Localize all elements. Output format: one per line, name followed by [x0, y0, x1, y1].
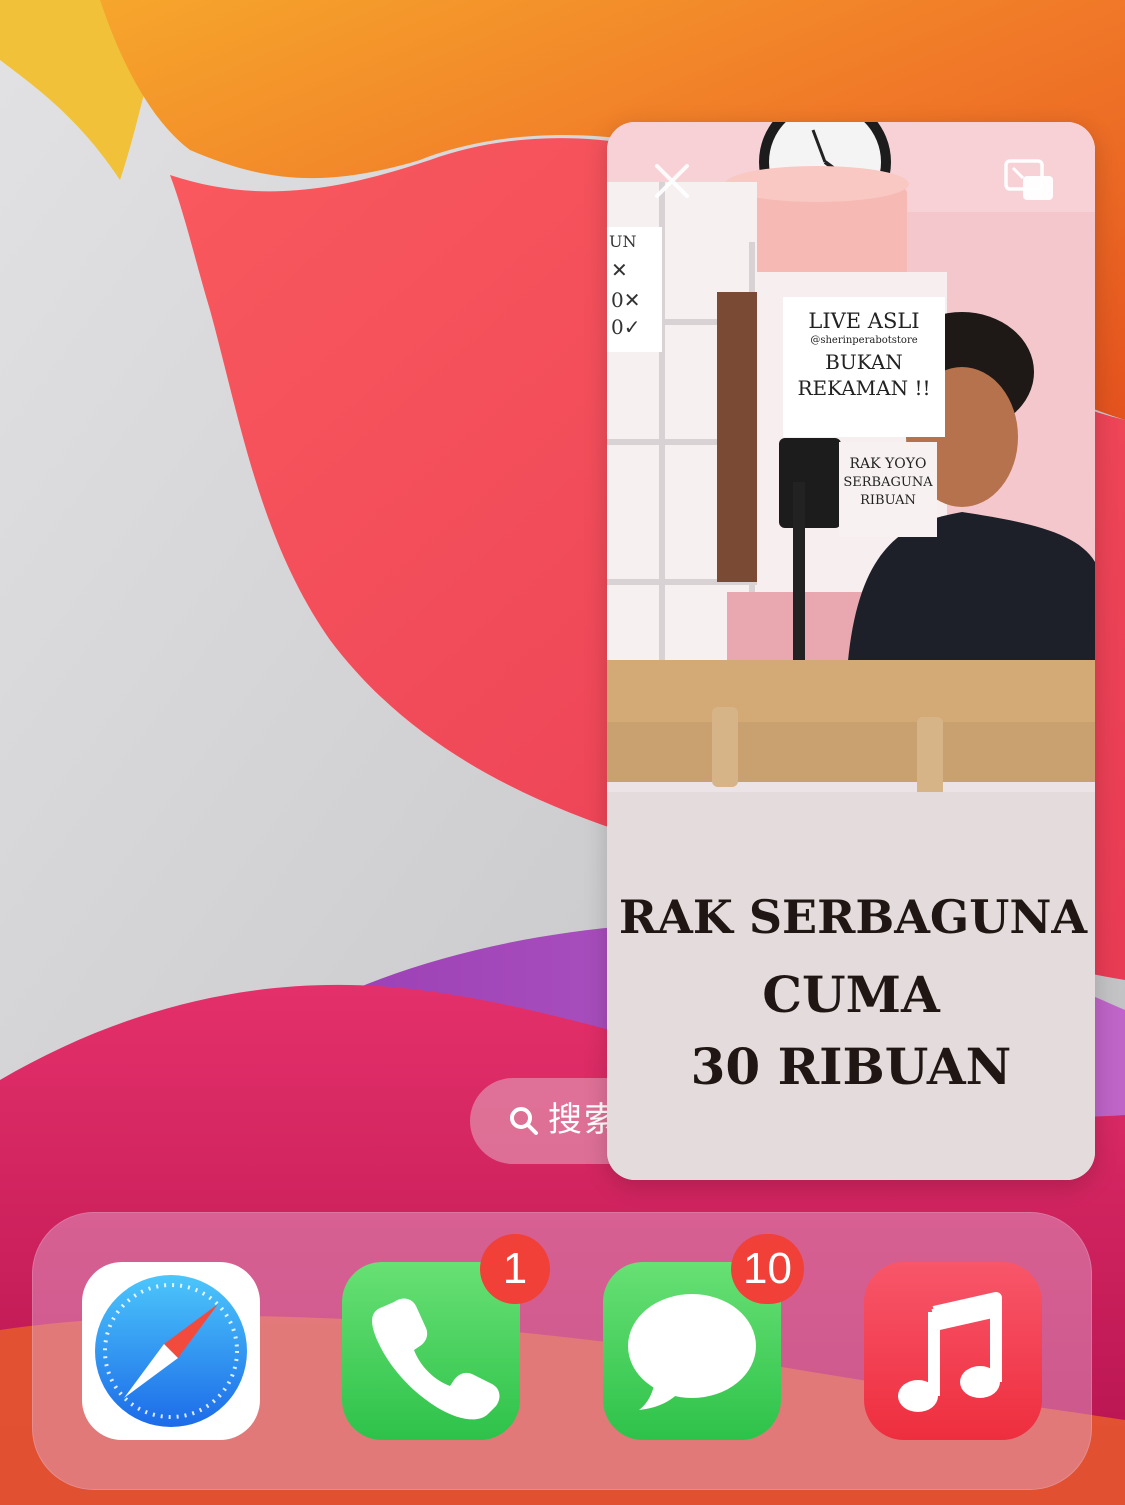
search-icon	[510, 1107, 538, 1135]
messages-app-icon[interactable]: 10	[603, 1234, 804, 1440]
svg-text:0✓: 0✓	[611, 315, 640, 339]
phone-app-icon[interactable]: 1	[342, 1234, 550, 1440]
phone-badge: 1	[480, 1234, 550, 1304]
safari-compass-icon	[82, 1262, 260, 1440]
rak-poster: RAK YOYO SERBAGUNA RIBUAN	[839, 442, 937, 537]
picture-in-picture-video-window[interactable]: UN ✕ 0✕ 0✓ LIVE ASLI @sherinperabotstore…	[607, 122, 1095, 1180]
video-sign-line1: RAK SERBAGUNA	[618, 890, 1088, 944]
live-poster-line2: @sherinperabotstore	[810, 335, 918, 346]
app-dock: 1 10	[32, 1212, 1092, 1490]
live-poster-line1: LIVE ASLI	[808, 309, 920, 333]
rak-poster-line2: SERBAGUNA	[843, 475, 933, 490]
live-poster-line3: BUKAN	[825, 350, 903, 374]
svg-text:✕: ✕	[611, 258, 628, 282]
svg-text:0✕: 0✕	[611, 288, 640, 312]
rak-poster-line3: RIBUAN	[860, 493, 916, 508]
svg-text:UN: UN	[609, 232, 636, 251]
rak-poster-line1: RAK YOYO	[849, 456, 927, 472]
live-poster: LIVE ASLI @sherinperabotstore BUKAN REKA…	[783, 297, 945, 437]
close-icon[interactable]	[651, 160, 693, 202]
live-poster-line4: REKAMAN !!	[797, 376, 931, 400]
video-sign-line3: 30 RIBUAN	[690, 1037, 1012, 1096]
music-app-icon[interactable]	[864, 1262, 1042, 1440]
picture-in-picture-restore-icon[interactable]	[1003, 158, 1055, 202]
video-sign-line2: CUMA	[762, 965, 940, 1024]
music-note-icon	[864, 1262, 1042, 1440]
messages-badge: 10	[731, 1234, 804, 1304]
safari-app-icon[interactable]	[82, 1262, 260, 1440]
